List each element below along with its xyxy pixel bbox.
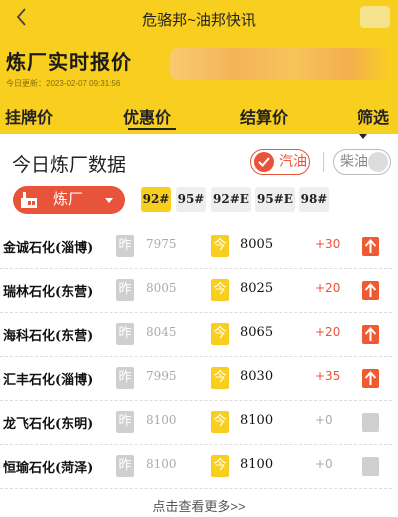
view-more-link[interactable]: 点击查看更多>> — [0, 496, 398, 515]
more-menu-button[interactable] — [360, 6, 390, 28]
table-row[interactable]: 恒瑜石化(菏泽) 昨 8100 今 8100 +0 — [0, 445, 398, 489]
filter-label: 筛选 — [357, 110, 390, 127]
table-row[interactable]: 龙飞石化(东明) 昨 8100 今 8100 +0 — [0, 401, 398, 445]
yesterday-price: 8100 — [146, 413, 177, 427]
factory-icon — [21, 192, 37, 208]
refinery-dropdown-button[interactable]: 炼厂 — [13, 186, 125, 214]
yesterday-price: 7975 — [146, 237, 177, 251]
refinery-label: 炼厂 — [53, 191, 84, 208]
active-tab-underline — [128, 128, 176, 130]
today-badge: 今 — [211, 367, 229, 389]
up-arrow-icon — [362, 281, 379, 300]
today-price: 8100 — [240, 457, 274, 472]
tab-settlement-price[interactable]: 结算价 — [240, 104, 288, 128]
filter-caret-icon — [359, 134, 367, 140]
today-price: 8005 — [240, 237, 274, 252]
tab-listed-price[interactable]: 挂牌价 — [5, 104, 53, 128]
page-title: 炼厂实时报价 — [6, 52, 132, 74]
yesterday-price: 7995 — [146, 369, 177, 383]
table-row[interactable]: 金诚石化(淄博) 昨 7975 今 8005 +30 — [0, 225, 398, 269]
today-price: 8030 — [240, 369, 274, 384]
yesterday-price: 8045 — [146, 325, 177, 339]
refinery-name: 瑞林石化(东营) — [3, 285, 94, 300]
no-change-indicator — [362, 457, 379, 476]
toggle-knob — [368, 152, 388, 172]
yesterday-price: 8100 — [146, 457, 177, 471]
grade-chip-92e[interactable]: 92#E — [211, 187, 251, 212]
grade-chip-92[interactable]: 92# — [141, 187, 171, 212]
price-change: +0 — [315, 413, 333, 427]
price-change: +0 — [315, 457, 333, 471]
up-arrow-icon — [362, 325, 379, 344]
today-price: 8100 — [240, 413, 274, 428]
check-icon — [254, 152, 274, 172]
price-change: +35 — [315, 369, 341, 383]
page-header: 炼厂实时报价 今日更新：2023-02-07 09:31:56 — [0, 38, 398, 94]
yesterday-badge: 昨 — [116, 235, 134, 257]
yesterday-price: 8005 — [146, 281, 177, 295]
window-title: 危骆邦~油邦快讯 — [142, 12, 256, 29]
row-divider — [0, 488, 392, 489]
yesterday-badge: 昨 — [116, 455, 134, 477]
price-change: +20 — [315, 325, 341, 339]
update-time: 今日更新：2023-02-07 09:31:56 — [6, 79, 121, 88]
table-row[interactable]: 汇丰石化(淄博) 昨 7995 今 8030 +35 — [0, 357, 398, 401]
no-change-indicator — [362, 413, 379, 432]
refinery-name: 恒瑜石化(菏泽) — [3, 461, 94, 476]
price-change: +30 — [315, 237, 341, 251]
grade-chip-95e[interactable]: 95#E — [255, 187, 295, 212]
up-arrow-icon — [362, 237, 379, 256]
top-bar: 危骆邦~油邦快讯 — [0, 0, 398, 38]
price-tabs: 挂牌价 优惠价 结算价 筛选 — [0, 94, 398, 140]
tab-filter[interactable]: 筛选 — [357, 104, 398, 146]
today-price: 8025 — [240, 281, 274, 296]
refinery-name: 龙飞石化(东明) — [3, 417, 94, 432]
gasoline-toggle[interactable]: 汽油 — [250, 149, 310, 175]
gasoline-label: 汽油 — [279, 153, 307, 169]
yesterday-badge: 昨 — [116, 411, 134, 433]
blurred-banner — [170, 48, 392, 80]
today-badge: 今 — [211, 323, 229, 345]
yesterday-badge: 昨 — [116, 279, 134, 301]
tab-discount-price[interactable]: 优惠价 — [123, 104, 171, 128]
yesterday-badge: 昨 — [116, 323, 134, 345]
today-price: 8065 — [240, 325, 274, 340]
today-badge: 今 — [211, 235, 229, 257]
section-title: 今日炼厂数据 — [12, 155, 127, 176]
table-row[interactable]: 海科石化(东营) 昨 8045 今 8065 +20 — [0, 313, 398, 357]
table-row[interactable]: 瑞林石化(东营) 昨 8005 今 8025 +20 — [0, 269, 398, 313]
grade-chip-98[interactable]: 98# — [299, 187, 329, 212]
refinery-name: 海科石化(东营) — [3, 329, 94, 344]
grade-chip-95[interactable]: 95# — [176, 187, 206, 212]
today-badge: 今 — [211, 411, 229, 433]
diesel-toggle[interactable]: 柴油 — [333, 149, 391, 175]
dropdown-caret-icon — [105, 198, 113, 203]
toggle-divider — [323, 152, 324, 172]
today-badge: 今 — [211, 279, 229, 301]
yesterday-badge: 昨 — [116, 367, 134, 389]
refinery-name: 金诚石化(淄博) — [3, 241, 94, 256]
price-change: +20 — [315, 281, 341, 295]
today-badge: 今 — [211, 455, 229, 477]
refinery-name: 汇丰石化(淄博) — [3, 373, 94, 388]
diesel-label: 柴油 — [340, 153, 368, 169]
up-arrow-icon — [362, 369, 379, 388]
